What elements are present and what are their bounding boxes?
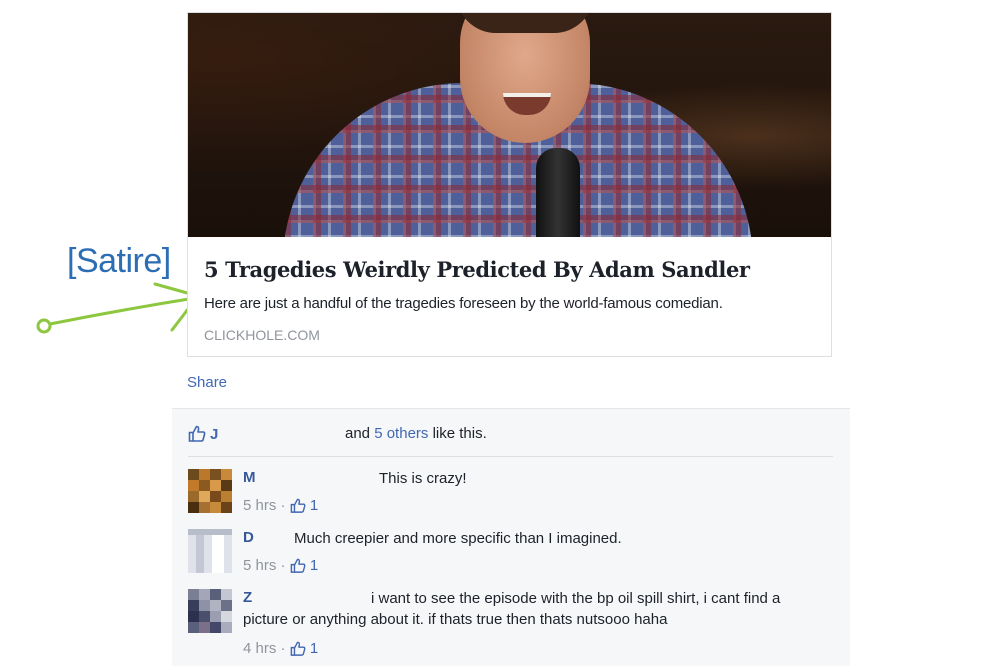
article-title[interactable]: 5 Tragedies Weirdly Predicted By Adam Sa… — [204, 257, 750, 282]
divider — [188, 456, 833, 457]
avatar[interactable] — [188, 529, 232, 573]
comment-time[interactable]: 5 hrs — [243, 497, 276, 514]
thumbs-up-icon[interactable] — [188, 425, 206, 446]
reactions-panel: J and 5 others like this. M This is craz… — [172, 408, 850, 666]
comment-text: i want to see the episode with the bp oi… — [371, 590, 781, 607]
comment-author[interactable]: Z — [243, 589, 252, 606]
comment-time[interactable]: 4 hrs — [243, 640, 276, 657]
article-hero-image[interactable] — [188, 13, 831, 237]
comment-like-count[interactable]: 1 — [310, 557, 318, 574]
thumbs-up-icon[interactable] — [290, 641, 306, 660]
article-domain: CLICKHOLE.COM — [204, 327, 320, 343]
likes-summary: J — [188, 425, 218, 446]
microphone — [536, 148, 580, 237]
share-link[interactable]: Share — [187, 374, 227, 391]
others-link[interactable]: 5 others — [374, 425, 428, 442]
comment-text-continued: picture or anything about it. if thats t… — [243, 611, 668, 628]
comment-meta: 5 hrs · 1 — [243, 557, 318, 577]
liker-name[interactable]: J — [210, 426, 218, 443]
satire-annotation-label: [Satire] — [67, 242, 171, 280]
comment-like-count[interactable]: 1 — [310, 497, 318, 514]
comment-meta: 4 hrs · 1 — [243, 640, 318, 660]
article-description: Here are just a handful of the tragedies… — [204, 295, 723, 312]
avatar[interactable] — [188, 589, 232, 633]
comment-text: This is crazy! — [379, 470, 467, 487]
comment-meta: 5 hrs · 1 — [243, 497, 318, 517]
comment-text: Much creepier and more specific than I i… — [294, 530, 622, 547]
avatar[interactable] — [188, 469, 232, 513]
comment-like-count[interactable]: 1 — [310, 640, 318, 657]
comment-time[interactable]: 5 hrs — [243, 557, 276, 574]
thumbs-up-icon[interactable] — [290, 498, 306, 517]
likes-text: and 5 others like this. — [345, 425, 487, 442]
link-preview-card[interactable]: 5 Tragedies Weirdly Predicted By Adam Sa… — [187, 12, 832, 357]
annotation-arrow — [36, 282, 200, 334]
thumbs-up-icon[interactable] — [290, 558, 306, 577]
comment-author[interactable]: D — [243, 529, 254, 546]
comment-author[interactable]: M — [243, 469, 256, 486]
